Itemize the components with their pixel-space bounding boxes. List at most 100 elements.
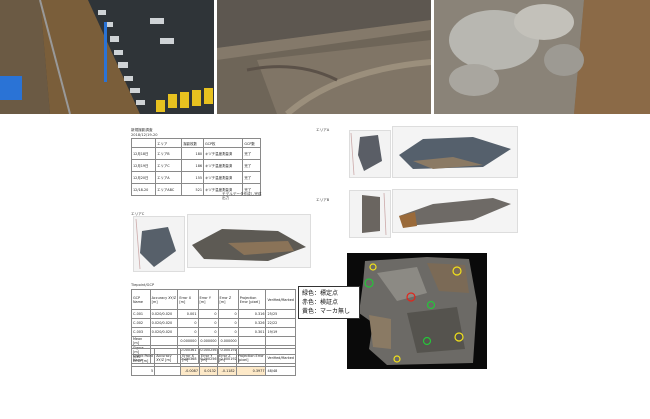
table-cell: Projection Error [pixel] [237,289,267,310]
table-row: Mean [m] 0.000000 0.000000 0.000000 [131,336,296,346]
table-cell: 0.326 [237,318,267,328]
table-cell: 19/19 [265,327,296,337]
table-cell: -0.1182 [216,366,237,376]
table-row: 12月18日 エリアB 180 キヅチ温度測量済 完了 [130,147,261,160]
model-thumb-c [133,216,185,272]
table-cell: Accuracy XY/Z [m] [154,348,182,367]
gcp-table-title: Tiepoint/GCP [131,283,155,287]
table-cell: 0.316 [237,309,267,319]
table-cell [265,336,296,346]
table-cell: 0 [217,318,239,328]
table-cell: 0.020/0.020 [149,327,179,337]
table-cell: 186 [181,159,205,172]
table-cell: 25/25 [265,309,296,319]
table-cell: GCP枚 [203,138,244,148]
table-cell: Error Y [m] [198,348,218,367]
table-header-row: GCP Name Accuracy XY/Z [m] Error X [m] E… [131,289,296,310]
model-3d-b [392,189,518,233]
table-cell: C-002 [131,318,151,328]
table-cell: Accuracy XY/Z [m] [149,289,179,310]
table-cell: 0.0132 [198,366,218,376]
table-cell: 5 [130,366,156,376]
table-cell: 0.020/0.020 [149,309,179,319]
model-3d-c [187,214,311,268]
table-cell: 0 [217,327,239,337]
aerial-photo-right [434,0,650,114]
table-cell: 12月20日 [130,171,157,184]
table-cell: Error Y [m] [197,289,219,310]
table-cell: Error X [m] [180,348,200,367]
table-cell: エリアABC [155,183,183,196]
table-cell: 0 [177,327,199,337]
table-cell: Verified/Marked [265,348,296,367]
table-cell: キヅチ温度測量済 [203,171,244,184]
legend-gcp: 緑色：標定点 [302,290,339,297]
table-cell: エリア [155,138,183,148]
table-row: C-002 0.020/0.020 0 0 0 0.326 22/22 [131,318,296,328]
aerial-photo-middle [217,0,431,114]
table-cell: Error Z [m] [216,348,237,367]
aerial-photo-left [0,0,214,114]
table-cell: 0 [197,309,219,319]
table-cell: 22/22 [265,318,296,328]
table-row: 12月20日 エリアA 155 キヅチ温度測量済 完了 [130,171,261,184]
table-cell [237,336,267,346]
survey-title: 新規撮影調査 [131,128,153,132]
model-thumb-a [349,130,391,178]
table-row: C-001 0.020/0.020 0.001 0 0 0.316 25/25 [131,309,296,319]
table-cell: キヅチ温度測量済 [203,159,244,172]
table-cell: 0 [217,309,239,319]
table-cell: エリアB [155,147,183,160]
area-label-b: エリアB [316,198,330,202]
table-cell: 180 [181,147,205,160]
table-cell: Check Point Name [130,348,156,367]
table-row: 5 -0.0087 0.0132 -0.1182 0.3977 48/48 [130,366,296,376]
survey-table: エリア 撮影枚数 GCP枚 GCP数 12月18日 エリアB 180 キヅチ温度… [130,138,261,196]
table-cell: 12月19日 [130,159,157,172]
table-cell: Verified/Marked [265,289,296,310]
table-header-row: エリア 撮影枚数 GCP枚 GCP数 [130,138,261,148]
survey-note: モデルデータ作成し完成出力 [222,192,262,201]
table-cell: キヅチ温度測量済 [203,147,244,160]
check-point-table: Check Point Name Accuracy XY/Z [m] Error… [130,348,296,376]
table-cell: Projection Error [pixel] [235,348,267,367]
table-cell: 完了 [242,159,261,172]
table-cell: 0.3977 [235,366,267,376]
table-cell: Error X [m] [177,289,199,310]
table-cell [149,336,179,346]
table-cell: 0 [177,318,199,328]
table-cell: 12月18日 [130,147,157,160]
table-cell [154,366,182,376]
table-cell: 完了 [242,171,261,184]
table-cell: 521 [181,183,205,196]
table-cell: C-001 [131,309,151,319]
table-row: 12月19日 エリアC 186 キヅチ温度測量済 完了 [130,159,261,172]
model-3d-a [392,126,518,178]
table-cell: 完了 [242,147,261,160]
table-cell: 155 [181,171,205,184]
survey-date: 2018/12/19-20 [131,133,158,137]
table-cell: 0 [197,318,219,328]
table-cell: C-003 [131,327,151,337]
marker-legend: 緑色：標定点 赤色：検証点 黄色：マーカ無し [298,286,360,319]
table-header-row: Check Point Name Accuracy XY/Z [m] Error… [130,348,296,367]
table-cell: Error Z [m] [217,289,239,310]
table-cell: エリアC [155,159,183,172]
table-cell: 0.000000 [217,336,239,346]
table-cell: -0.0087 [180,366,200,376]
model-thumb-b [349,190,391,238]
table-cell: GCP Name [131,289,151,310]
table-cell: エリアA [155,171,183,184]
table-cell: 0.001 [177,309,199,319]
legend-no-marker: 黄色：マーカ無し [302,308,351,315]
table-cell: 0.000000 [197,336,219,346]
table-cell: GCP数 [242,138,261,148]
table-cell: 0.000000 [177,336,199,346]
table-cell: 撮影枚数 [181,138,205,148]
table-cell [130,138,157,148]
legend-check-point: 赤色：検証点 [302,299,339,306]
table-cell: 48/48 [265,366,296,376]
orthomosaic-map [347,253,487,369]
table-cell: Mean [m] [131,336,151,346]
table-cell: 0.020/0.020 [149,318,179,328]
